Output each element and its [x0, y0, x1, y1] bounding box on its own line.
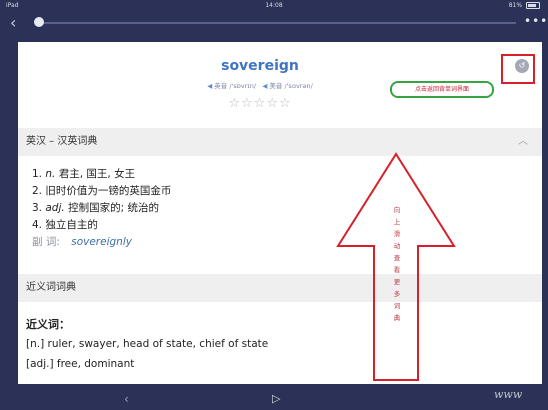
chevron-up-icon[interactable]: ︿	[518, 128, 528, 156]
status-bar: iPad 14:08 81%	[0, 0, 548, 12]
derivative-word[interactable]: sovereignly	[71, 236, 132, 248]
star-icon[interactable]: ☆	[228, 96, 241, 111]
definition-list: 1. n. 君主, 国王, 女王 2. 旧时价值为一镑的英国金币 3. adj.…	[32, 166, 171, 251]
definition-item: 3. adj. 控制国家的; 统治的	[32, 202, 159, 214]
play-button[interactable]: ▷	[272, 392, 280, 405]
definition-item: 2. 旧时价值为一镑的英国金币	[32, 185, 172, 197]
derivative-label: 副 词:	[32, 236, 60, 248]
bottom-toolbar: ‹ ▷	[0, 390, 548, 410]
synonyms-section-header[interactable]: 近义词词典	[18, 274, 542, 302]
synonym-line: [n.] ruler, swayer, head of state, chief…	[26, 338, 269, 350]
us-pronunciation[interactable]: 美音 /'sɑvrən/	[269, 82, 312, 90]
battery-indicator: 81%	[509, 2, 540, 9]
return-icon: ↺	[518, 61, 526, 70]
section-title: 近义词词典	[26, 282, 76, 293]
star-icon[interactable]: ☆	[241, 96, 254, 111]
chevron-left-icon: ‹	[10, 13, 17, 32]
battery-icon	[526, 2, 540, 9]
derivative-row: 副 词: sovereignly	[32, 234, 171, 251]
clock: 14:08	[265, 2, 283, 9]
previous-button[interactable]: ‹	[124, 392, 129, 406]
rating-stars[interactable]: ☆☆☆☆☆	[18, 96, 502, 111]
section-title: 英汉 – 汉英词典	[26, 136, 98, 147]
dictionary-card: sovereign ◀ 英音 /'sɒvrɪn/ ◀ 美音 /'sɑvrən/ …	[18, 42, 542, 384]
uk-speaker-icon[interactable]: ◀	[207, 82, 212, 90]
battery-percent: 81%	[508, 2, 523, 9]
star-icon[interactable]: ☆	[254, 96, 267, 111]
arrow-annotation-text: 向上滑动查看更多词典	[393, 206, 401, 322]
star-icon[interactable]: ☆	[279, 96, 292, 111]
back-button[interactable]: ‹	[10, 14, 24, 32]
definition-item: 4. 独立自主的	[32, 219, 98, 231]
synonym-line: [adj.] free, dominant	[26, 358, 135, 370]
progress-slider-thumb[interactable]	[34, 17, 44, 27]
synonyms-heading: 近义词：	[26, 318, 70, 331]
dict-section-header[interactable]: 英汉 – 汉英词典 ︿	[18, 128, 542, 156]
top-toolbar: ‹ •••	[0, 12, 548, 34]
star-icon[interactable]: ☆	[266, 96, 279, 111]
us-speaker-icon[interactable]: ◀	[262, 82, 267, 90]
more-icon: •••	[524, 14, 548, 28]
progress-slider-track[interactable]	[36, 22, 516, 24]
uk-pronunciation[interactable]: 英音 /'sɒvrɪn/	[214, 82, 256, 90]
watermark: www	[494, 388, 523, 401]
headword: sovereign	[221, 58, 299, 74]
definition-item: 1. n. 君主, 国王, 女王	[32, 168, 136, 180]
return-button[interactable]: ↺	[515, 59, 529, 73]
more-button[interactable]: •••	[524, 14, 547, 30]
annotation-note: 点击返回背单词界面	[390, 81, 494, 98]
